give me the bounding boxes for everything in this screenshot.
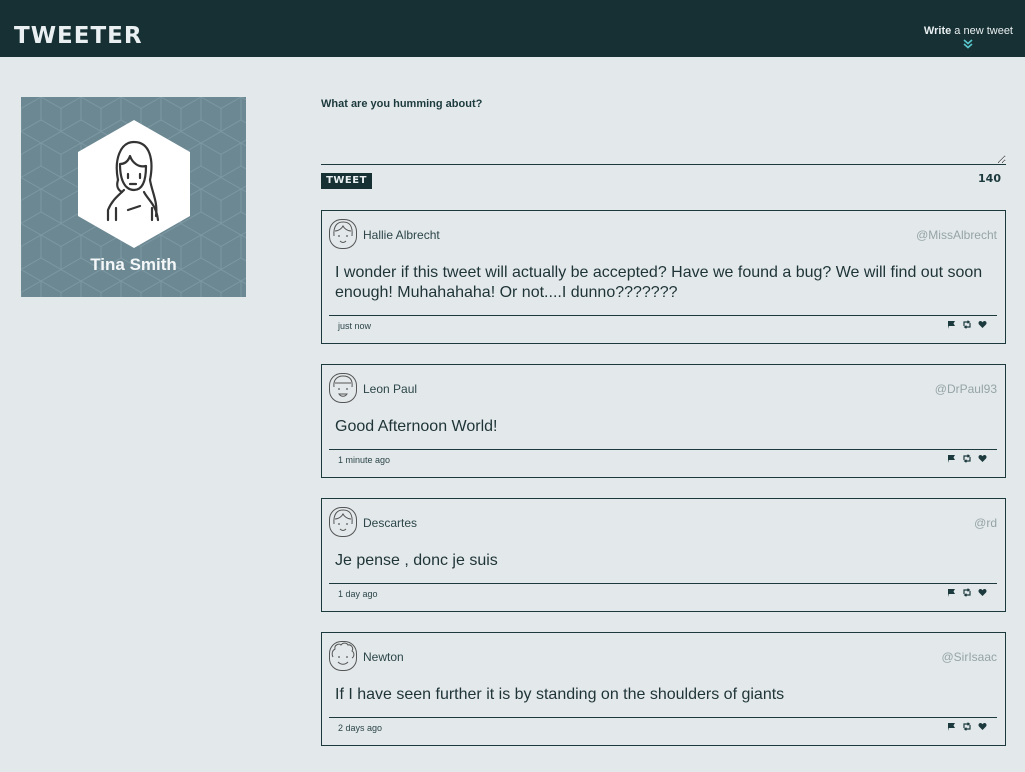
profile-name: Tina Smith — [90, 255, 177, 274]
tweet-card: Newton @SirIsaac If I have seen further … — [321, 632, 1006, 746]
tweet-text: Je pense , donc je suis — [335, 552, 498, 569]
curly-hair-avatar-icon — [329, 641, 357, 671]
write-new-tweet-toggle[interactable]: Write a new tweet — [924, 25, 1013, 51]
tweet-timestamp: just now — [338, 321, 372, 331]
tweet-actions — [947, 320, 987, 329]
tweet-author-handle[interactable]: @DrPaul93 — [935, 382, 997, 396]
heart-icon[interactable] — [978, 722, 987, 731]
compose-prompt: What are you humming about? — [321, 98, 483, 110]
tweet-timestamp: 2 days ago — [338, 723, 383, 733]
girl-avatar-icon — [329, 219, 357, 249]
tweet-card: Descartes @rd Je pense , donc je suis 1 … — [321, 498, 1006, 612]
tweet-textarea[interactable] — [321, 115, 1006, 165]
heart-icon[interactable] — [978, 454, 987, 463]
tweet-author-name[interactable]: Hallie Albrecht — [363, 228, 440, 242]
retweet-icon[interactable] — [962, 722, 972, 731]
tweet-footer: just now — [329, 315, 997, 343]
tweet-text: Good Afternoon World! — [335, 418, 498, 435]
tweet-footer: 2 days ago — [329, 717, 997, 745]
tweet-footer: 1 minute ago — [329, 449, 997, 477]
tweet-footer: 1 day ago — [329, 583, 997, 611]
tweet-actions — [947, 722, 987, 731]
woman-avatar-icon — [78, 120, 190, 248]
retweet-icon[interactable] — [962, 588, 972, 597]
tweet-actions — [947, 454, 987, 463]
girl-avatar-icon — [329, 507, 357, 537]
flag-icon[interactable] — [947, 454, 956, 463]
flag-icon[interactable] — [947, 722, 956, 731]
tweet-author-handle[interactable]: @SirIsaac — [941, 650, 997, 664]
tweet-author-handle[interactable]: @rd — [974, 516, 997, 530]
double-chevron-down-icon[interactable] — [924, 39, 1013, 51]
tweet-card: Leon Paul @DrPaul93 Good Afternoon World… — [321, 364, 1006, 478]
heart-icon[interactable] — [978, 320, 987, 329]
heart-icon[interactable] — [978, 588, 987, 597]
tweet-text: If I have seen further it is by standing… — [335, 686, 785, 703]
compose-label-rest: a new tweet — [951, 25, 1013, 37]
tweet-author-name[interactable]: Leon Paul — [363, 382, 417, 396]
retweet-icon[interactable] — [962, 320, 972, 329]
boy-avatar-icon — [329, 373, 357, 403]
tweet-author-name[interactable]: Descartes — [363, 516, 417, 530]
compose-label-bold: Write — [923, 25, 952, 37]
tweet-author-name[interactable]: Newton — [363, 650, 404, 664]
flag-icon[interactable] — [947, 320, 956, 329]
character-counter: 140 — [978, 172, 1001, 185]
tweet-author-handle[interactable]: @MissAlbrecht — [916, 228, 997, 242]
tweet-text: I wonder if this tweet will actually be … — [335, 264, 983, 301]
tweet-timestamp: 1 minute ago — [338, 455, 391, 465]
brand-logo[interactable]: TWEETER — [14, 23, 143, 49]
tweet-button[interactable]: TWEET — [321, 173, 372, 189]
tweet-timestamp: 1 day ago — [338, 589, 378, 599]
tweet-card: Hallie Albrecht @MissAlbrecht I wonder i… — [321, 210, 1006, 344]
tweet-actions — [947, 588, 987, 597]
top-nav: TWEETER Write a new tweet — [0, 0, 1025, 57]
retweet-icon[interactable] — [962, 454, 972, 463]
flag-icon[interactable] — [947, 588, 956, 597]
